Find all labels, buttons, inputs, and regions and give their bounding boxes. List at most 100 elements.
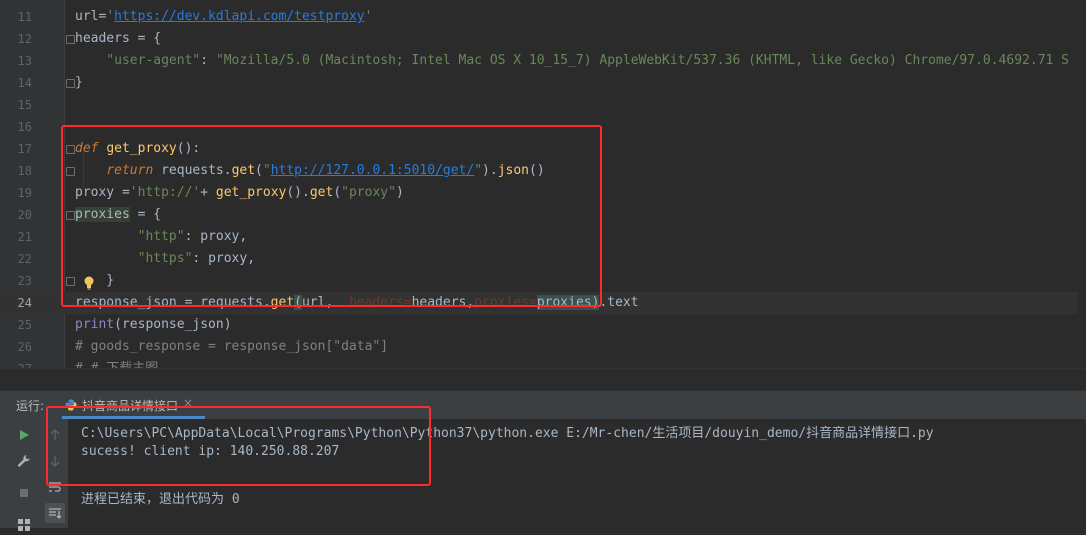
line-number: 20 — [17, 208, 32, 222]
code-text[interactable]: proxy ='http://'+ get_proxy().get("proxy… — [75, 182, 404, 204]
console-line-output: sucess! client ip: 140.250.88.207 — [81, 444, 340, 459]
code-token: + — [200, 185, 216, 200]
code-text[interactable]: headers = { — [75, 28, 161, 50]
code-text[interactable]: proxies = { — [75, 204, 161, 226]
line-number: 27 — [0, 358, 32, 368]
line-number: 12 — [17, 32, 32, 46]
line-number: 11 — [17, 10, 32, 24]
console-line-command: C:\Users\PC\AppData\Local\Programs\Pytho… — [81, 426, 934, 441]
code-line[interactable]: 12 headers = { — [0, 28, 1086, 50]
run-console[interactable]: C:\Users\PC\AppData\Local\Programs\Pytho… — [68, 419, 1086, 528]
fold-marker-icon[interactable] — [66, 145, 75, 154]
scroll-down-button[interactable] — [45, 451, 65, 471]
code-line[interactable]: 15 — [0, 94, 1086, 116]
code-token: requests. — [153, 163, 232, 178]
code-token: " — [262, 163, 271, 178]
code-line[interactable]: 23 } — [0, 270, 1086, 292]
stop-button[interactable] — [14, 483, 34, 503]
code-line[interactable]: 19 proxy ='http://'+ get_proxy().get("pro… — [0, 182, 1086, 204]
code-text[interactable]: print(response_json) — [75, 314, 232, 336]
line-number: 24 — [17, 296, 32, 310]
line-number: 18 — [17, 164, 32, 178]
code-text[interactable]: "http": proxy, — [75, 226, 248, 248]
run-toolbar — [0, 419, 43, 531]
code-line[interactable]: 26 # goods_response = response_json["data… — [0, 336, 1086, 358]
line-number: 17 — [17, 142, 32, 156]
code-token: headers= — [341, 295, 412, 310]
code-token: # # 下载主图 — [75, 361, 158, 368]
code-token: = requests. — [176, 295, 271, 310]
code-text[interactable]: response_json = requests.get(url, header… — [75, 292, 639, 314]
line-number: 25 — [17, 318, 32, 332]
close-icon[interactable]: × — [183, 396, 193, 410]
lightbulb-icon[interactable] — [84, 276, 94, 290]
code-token: : proxy, — [184, 229, 248, 244]
soft-wrap-button[interactable] — [45, 477, 65, 497]
fold-marker-icon[interactable] — [66, 35, 75, 44]
code-line[interactable]: 17 def get_proxy(): — [0, 138, 1086, 160]
code-token: ' — [106, 9, 115, 24]
code-text[interactable]: } — [75, 270, 114, 292]
scroll-up-button[interactable] — [45, 425, 65, 445]
code-text[interactable]: url='https://dev.kdlapi.com/testproxy' — [75, 6, 372, 28]
code-token: 'http://' — [129, 185, 201, 200]
edit-configuration-button[interactable] — [14, 451, 34, 471]
code-token: : — [200, 53, 216, 68]
scroll-to-end-button[interactable] — [45, 503, 65, 523]
code-line[interactable]: 11 url='https://dev.kdlapi.com/testproxy' — [0, 6, 1086, 28]
code-line[interactable]: 27 # # 下载主图 — [0, 358, 1086, 368]
rerun-button[interactable] — [14, 425, 34, 445]
code-text[interactable]: } — [75, 72, 83, 94]
code-token: : proxy, — [192, 251, 256, 266]
code-token: ' — [364, 9, 373, 24]
code-text[interactable]: # # 下载主图 — [75, 358, 158, 368]
code-text[interactable]: "user-agent": "Mozilla/5.0 (Macintosh; I… — [75, 50, 1069, 72]
code-token: print — [75, 317, 115, 332]
indent-guide — [83, 150, 84, 188]
code-token: url — [75, 9, 99, 24]
code-token: headers — [75, 31, 130, 46]
code-token: proxies — [536, 295, 592, 310]
fold-marker-icon[interactable] — [66, 211, 75, 220]
code-token: proxy — [75, 185, 115, 200]
layout-button[interactable] — [14, 515, 34, 535]
panel-splitter[interactable] — [0, 368, 1086, 391]
fold-marker-icon[interactable] — [66, 79, 75, 88]
run-label: 运行: — [16, 399, 45, 413]
code-line[interactable]: 25 print(response_json) — [0, 314, 1086, 336]
code-token: get_proxy — [106, 141, 177, 156]
code-token: get — [270, 295, 295, 310]
code-line[interactable]: 13 "user-agent": "Mozilla/5.0 (Macintosh… — [0, 50, 1086, 72]
code-line[interactable]: 20 proxies = { — [0, 204, 1086, 226]
code-token: proxies= — [474, 295, 537, 310]
line-number: 23 — [17, 274, 32, 288]
code-token: url, — [301, 295, 342, 310]
code-line[interactable]: 24 response_json = requests.get(url, head… — [0, 292, 1086, 314]
code-token: "http" — [137, 229, 185, 244]
code-text[interactable]: # goods_response = response_json["data"] — [75, 336, 388, 358]
code-token: (response_json) — [114, 317, 232, 332]
code-text[interactable]: def get_proxy(): — [75, 138, 200, 160]
code-token: ( — [255, 163, 263, 178]
code-line[interactable]: 22 "https": proxy, — [0, 248, 1086, 270]
code-text[interactable]: return requests.get("http://127.0.0.1:50… — [75, 160, 544, 182]
editor-scrollbar[interactable] — [1078, 0, 1086, 368]
fold-marker-icon[interactable] — [66, 167, 75, 176]
code-line[interactable]: 16 — [0, 116, 1086, 138]
code-text[interactable]: "https": proxy, — [75, 248, 255, 270]
code-token: = — [114, 185, 130, 200]
fold-marker-icon[interactable] — [66, 277, 75, 286]
code-token: (): — [176, 141, 201, 156]
code-line[interactable]: 21 "http": proxy, — [0, 226, 1086, 248]
code-token: response_json — [75, 295, 177, 310]
code-line[interactable]: 18 return requests.get("http://127.0.0.1… — [0, 160, 1086, 182]
code-token: ) — [395, 185, 404, 200]
code-token: " — [474, 163, 483, 178]
code-editor[interactable]: 11 url='https://dev.kdlapi.com/testproxy'… — [0, 0, 1086, 368]
code-token: "user-agent" — [106, 53, 201, 68]
code-line[interactable]: 14} — [0, 72, 1086, 94]
console-line-exit: 进程已结束，退出代码为 0 — [81, 492, 240, 507]
